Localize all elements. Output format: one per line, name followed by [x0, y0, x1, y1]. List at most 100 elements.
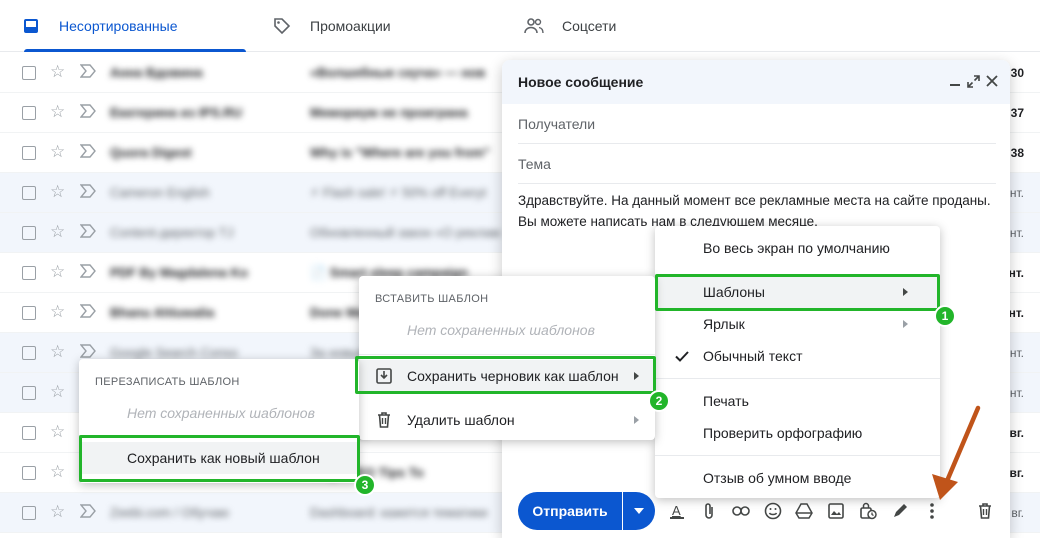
recipients-field[interactable]: Получатели — [518, 104, 996, 144]
select-checkbox[interactable] — [22, 225, 36, 240]
confidential-mode-icon[interactable] — [857, 500, 879, 522]
email-date: 37 — [1010, 105, 1024, 120]
menu-divider — [655, 378, 940, 379]
menu-item-label: Отзыв об умном вводе — [703, 470, 852, 486]
inbox-icon — [21, 16, 41, 36]
save-download-icon — [376, 368, 392, 387]
menu-item-label-submenu[interactable]: Ярлык — [655, 308, 940, 340]
submenu-arrow-icon — [903, 320, 908, 328]
important-marker-icon[interactable] — [79, 504, 96, 520]
trash-icon — [377, 412, 391, 431]
important-marker-icon[interactable] — [79, 304, 96, 320]
email-date: вг. — [1009, 465, 1024, 480]
email-date: нт. — [1009, 225, 1024, 240]
email-date: нт. — [1009, 185, 1024, 200]
emoji-icon[interactable] — [762, 500, 784, 522]
star-icon[interactable]: ☆ — [50, 383, 68, 401]
submenu-arrow-icon — [634, 372, 639, 380]
expand-icon[interactable] — [964, 72, 982, 90]
menu-item-print[interactable]: Печать — [655, 385, 940, 417]
important-marker-icon[interactable] — [79, 64, 96, 80]
compose-header: Новое сообщение — [502, 60, 1010, 104]
email-sender: Екатерина из IPS.RU — [110, 105, 243, 120]
email-subject: «Волшебные скуча» — нов — [310, 65, 486, 80]
templates-submenu: ВСТАВИТЬ ШАБЛОН Нет сохраненных шаблонов… — [359, 276, 655, 440]
star-icon[interactable]: ☆ — [50, 423, 68, 441]
photo-icon[interactable] — [825, 500, 847, 522]
menu-item-save-new-template[interactable]: Сохранить как новый шаблон — [79, 442, 359, 474]
select-checkbox[interactable] — [22, 105, 36, 120]
menu-item-spellcheck[interactable]: Проверить орфографию — [655, 417, 940, 449]
important-marker-icon[interactable] — [79, 104, 96, 120]
select-checkbox[interactable] — [22, 385, 36, 400]
star-icon[interactable]: ☆ — [50, 63, 68, 81]
drive-icon[interactable] — [793, 500, 815, 522]
submenu-arrow-icon — [903, 288, 908, 296]
email-subject: Мемориум не проиграна — [310, 105, 468, 120]
more-options-menu: Во весь экран по умолчанию Шаблоны Ярлык… — [655, 226, 940, 498]
select-checkbox[interactable] — [22, 185, 36, 200]
menu-item-plain-text[interactable]: Обычный текст — [655, 340, 940, 372]
schedule-send-dropdown[interactable] — [623, 492, 655, 530]
submenu-arrow-icon — [634, 416, 639, 424]
step-badge-3: 3 — [354, 474, 376, 496]
menu-item-label: Сохранить как новый шаблон — [127, 450, 320, 466]
select-checkbox[interactable] — [22, 425, 36, 440]
star-icon[interactable]: ☆ — [50, 343, 68, 361]
step-badge-2: 2 — [648, 390, 670, 412]
menu-item-templates[interactable]: Шаблоны — [655, 276, 940, 308]
menu-item-label: Печать — [703, 393, 749, 409]
important-marker-icon[interactable] — [79, 264, 96, 280]
menu-item-delete-template[interactable]: Удалить шаблон — [359, 404, 655, 436]
select-checkbox[interactable] — [22, 465, 36, 480]
star-icon[interactable]: ☆ — [50, 463, 68, 481]
menu-item-label: Шаблоны — [703, 284, 765, 300]
tab-primary[interactable]: Несортированные — [12, 0, 246, 52]
important-marker-icon[interactable] — [79, 184, 96, 200]
star-icon[interactable]: ☆ — [50, 303, 68, 321]
category-tabs: Несортированные Промоакции Соцсети — [0, 0, 1040, 52]
select-checkbox[interactable] — [22, 145, 36, 160]
star-icon[interactable]: ☆ — [50, 183, 68, 201]
recipients-placeholder: Получатели — [518, 115, 596, 132]
menu-divider — [79, 435, 359, 436]
star-icon[interactable]: ☆ — [50, 503, 68, 521]
menu-item-smart-compose-feedback[interactable]: Отзыв об умном вводе — [655, 462, 940, 494]
email-sender: Content-директор TJ — [110, 225, 234, 240]
people-icon — [524, 16, 544, 36]
email-date: вг. — [1011, 505, 1024, 520]
chevron-down-icon — [634, 508, 644, 514]
star-icon[interactable]: ☆ — [50, 103, 68, 121]
menu-item-fullscreen[interactable]: Во весь экран по умолчанию — [655, 232, 940, 264]
select-checkbox[interactable] — [22, 305, 36, 320]
signature-pen-icon[interactable] — [889, 500, 911, 522]
select-checkbox[interactable] — [22, 265, 36, 280]
email-sender: Google Search Conso — [110, 345, 238, 360]
no-templates-text: Нет сохраненных шаблонов — [407, 322, 595, 338]
menu-item-save-draft-template[interactable]: Сохранить черновик как шаблон — [359, 360, 655, 392]
star-icon[interactable]: ☆ — [50, 263, 68, 281]
email-date: нт. — [1008, 305, 1024, 320]
email-sender: Bhanu Ahluwalia — [110, 305, 215, 320]
important-marker-icon[interactable] — [79, 344, 96, 360]
important-marker-icon[interactable] — [79, 144, 96, 160]
attach-icon[interactable] — [698, 500, 720, 522]
tab-label: Промоакции — [310, 18, 391, 34]
tab-social[interactable]: Соцсети — [524, 0, 764, 52]
compose-title: Новое сообщение — [518, 74, 644, 90]
important-marker-icon[interactable] — [79, 224, 96, 240]
link-icon[interactable] — [730, 500, 752, 522]
minimize-icon[interactable] — [946, 72, 964, 90]
star-icon[interactable]: ☆ — [50, 223, 68, 241]
select-checkbox[interactable] — [22, 345, 36, 360]
menu-divider — [655, 455, 940, 456]
email-date: нт. — [1009, 385, 1024, 400]
select-checkbox[interactable] — [22, 505, 36, 520]
format-text-icon[interactable]: A — [666, 500, 688, 522]
close-icon[interactable] — [983, 72, 1001, 90]
select-checkbox[interactable] — [22, 65, 36, 80]
subject-field[interactable]: Тема — [518, 144, 996, 184]
star-icon[interactable]: ☆ — [50, 143, 68, 161]
tab-promotions[interactable]: Промоакции — [272, 0, 512, 52]
send-button[interactable]: Отправить — [518, 492, 622, 530]
